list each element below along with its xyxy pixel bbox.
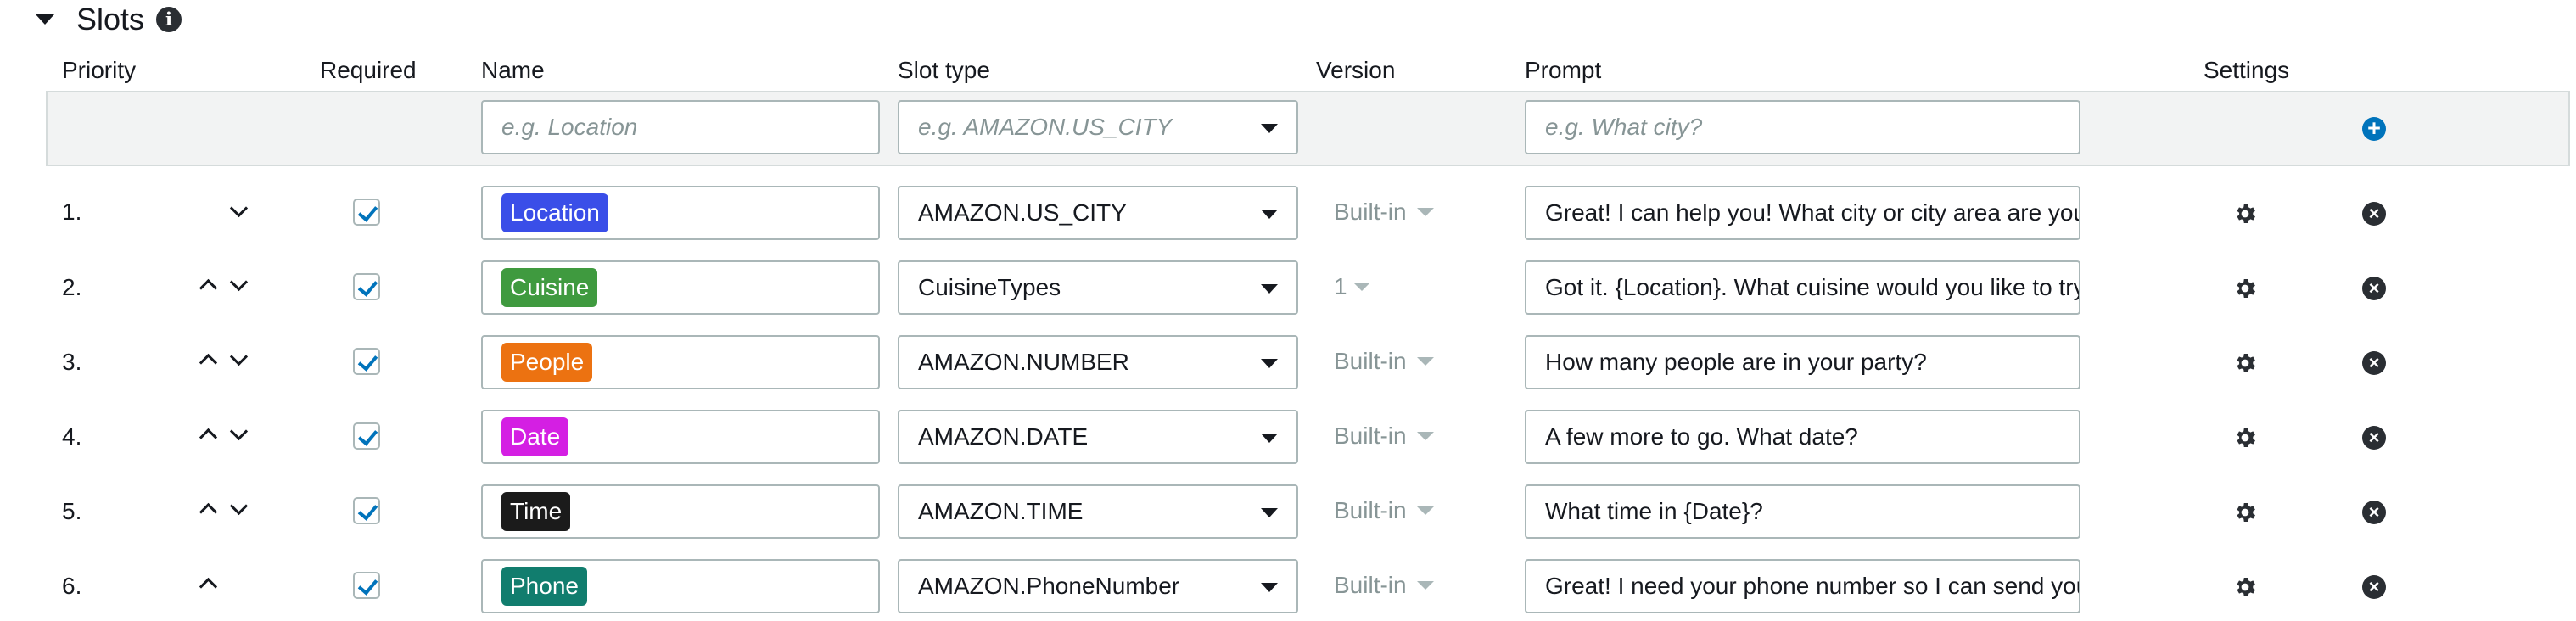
chevron-down-icon [1417, 432, 1434, 440]
chevron-down-icon [1261, 583, 1278, 592]
remove-slot-icon[interactable]: × [2362, 277, 2386, 300]
column-header-version: Version [1316, 57, 1396, 83]
slot-priority: 5. [62, 498, 82, 524]
slot-name-tag: Location [501, 193, 608, 232]
slot-priority: 4. [62, 423, 82, 450]
gear-icon[interactable] [2232, 425, 2258, 450]
remove-slot-icon[interactable]: × [2362, 202, 2386, 226]
new-slot-name-input[interactable]: e.g. Location [481, 100, 880, 154]
chevron-down-icon [1353, 283, 1370, 291]
column-header-priority: Priority [62, 57, 137, 83]
chevron-down-icon [1261, 359, 1278, 368]
slot-prompt-field[interactable]: What time in {Date}? [1525, 484, 2080, 539]
chevron-down-icon [1261, 508, 1278, 518]
slot-prompt-field[interactable]: Great! I can help you! What city or city… [1525, 186, 2080, 240]
chevron-down-icon [1417, 357, 1434, 366]
info-icon[interactable]: i [156, 7, 182, 32]
slot-prompt-field[interactable]: How many people are in your party? [1525, 335, 2080, 389]
move-up-icon[interactable] [199, 502, 218, 522]
slot-type-select[interactable]: AMAZON.NUMBER [898, 335, 1298, 389]
slot-name-field[interactable]: People [481, 335, 880, 389]
column-header-required: Required [320, 57, 417, 83]
slot-name-tag: Cuisine [501, 268, 598, 307]
slot-version-select[interactable]: Built-in [1334, 571, 1407, 600]
required-checkbox[interactable] [353, 572, 380, 599]
check-icon [357, 201, 378, 222]
slot-name-field[interactable]: Date [481, 410, 880, 464]
move-up-icon[interactable] [199, 577, 218, 596]
slot-version-select[interactable]: Built-in [1334, 347, 1407, 376]
new-slot-row [46, 91, 2570, 166]
slot-version-select[interactable]: Built-in [1334, 422, 1407, 450]
gear-icon[interactable] [2232, 574, 2258, 600]
move-up-icon[interactable] [199, 353, 218, 372]
slot-name-tag: Time [501, 492, 571, 531]
slot-name-field[interactable]: Cuisine [481, 260, 880, 315]
remove-slot-icon[interactable]: × [2362, 351, 2386, 375]
chevron-down-icon [1261, 434, 1278, 443]
gear-icon[interactable] [2232, 500, 2258, 525]
check-icon [357, 276, 378, 297]
column-header-name: Name [481, 57, 545, 83]
section-title: Slots [76, 2, 145, 36]
move-down-icon[interactable] [229, 272, 249, 292]
collapse-caret-icon[interactable] [36, 14, 54, 25]
move-down-icon[interactable] [229, 347, 249, 366]
new-slot-type-select[interactable]: e.g. AMAZON.US_CITY [898, 100, 1298, 154]
required-checkbox[interactable] [353, 422, 380, 450]
slot-version-select[interactable]: Built-in [1334, 496, 1407, 525]
chevron-down-icon [1417, 581, 1434, 590]
check-icon [357, 350, 378, 372]
check-icon [357, 425, 378, 446]
add-slot-icon[interactable]: + [2362, 117, 2386, 141]
chevron-down-icon [1261, 124, 1278, 133]
slot-priority: 2. [62, 274, 82, 300]
slot-type-select[interactable]: AMAZON.PhoneNumber [898, 559, 1298, 613]
required-checkbox[interactable] [353, 273, 380, 300]
gear-icon[interactable] [2232, 201, 2258, 227]
slot-prompt-field[interactable]: Great! I need your phone number so I can… [1525, 559, 2080, 613]
chevron-down-icon [1261, 284, 1278, 294]
slot-name-tag: Date [501, 417, 569, 456]
new-slot-prompt-input[interactable]: e.g. What city? [1525, 100, 2080, 154]
required-checkbox[interactable] [353, 497, 380, 524]
remove-slot-icon[interactable]: × [2362, 426, 2386, 450]
move-down-icon[interactable] [229, 422, 249, 441]
column-header-slot-type: Slot type [898, 57, 990, 83]
slot-type-select[interactable]: AMAZON.US_CITY [898, 186, 1298, 240]
slot-prompt-field[interactable]: A few more to go. What date? [1525, 410, 2080, 464]
move-down-icon[interactable] [229, 199, 249, 218]
slot-priority: 6. [62, 573, 82, 599]
chevron-down-icon [1417, 208, 1434, 216]
slot-type-select[interactable]: AMAZON.DATE [898, 410, 1298, 464]
move-up-icon[interactable] [199, 428, 218, 447]
chevron-down-icon [1261, 210, 1278, 219]
check-icon [357, 574, 378, 596]
check-icon [357, 500, 378, 521]
slot-priority: 1. [62, 199, 82, 225]
required-checkbox[interactable] [353, 348, 380, 375]
move-down-icon[interactable] [229, 496, 249, 516]
move-up-icon[interactable] [199, 278, 218, 298]
slot-name-field[interactable]: Location [481, 186, 880, 240]
slot-type-select[interactable]: CuisineTypes [898, 260, 1298, 315]
slot-name-field[interactable]: Time [481, 484, 880, 539]
slot-priority: 3. [62, 349, 82, 375]
remove-slot-icon[interactable]: × [2362, 501, 2386, 524]
column-header-prompt: Prompt [1525, 57, 1602, 83]
slot-prompt-field[interactable]: Got it. {Location}. What cuisine would y… [1525, 260, 2080, 315]
slot-version-select[interactable]: 1 [1334, 272, 1347, 301]
gear-icon[interactable] [2232, 350, 2258, 376]
slot-version-select[interactable]: Built-in [1334, 198, 1407, 227]
chevron-down-icon [1417, 506, 1434, 515]
slot-name-tag: Phone [501, 567, 587, 606]
gear-icon[interactable] [2232, 276, 2258, 301]
column-header-settings: Settings [2204, 57, 2290, 83]
remove-slot-icon[interactable]: × [2362, 575, 2386, 599]
slot-name-tag: People [501, 343, 593, 382]
slot-name-field[interactable]: Phone [481, 559, 880, 613]
slot-type-select[interactable]: AMAZON.TIME [898, 484, 1298, 539]
required-checkbox[interactable] [353, 199, 380, 226]
